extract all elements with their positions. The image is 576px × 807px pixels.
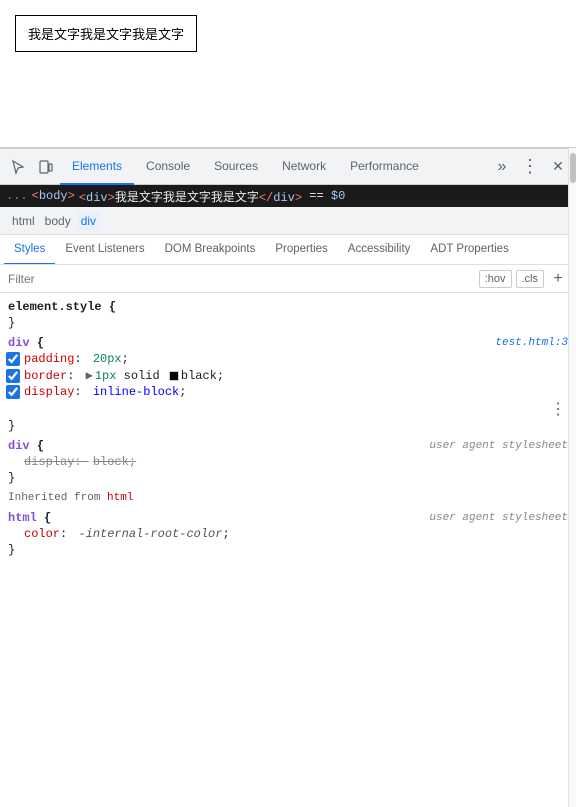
dom-ellipsis: ... bbox=[6, 189, 28, 203]
element-style-close: } bbox=[0, 315, 576, 331]
tab-properties[interactable]: Properties bbox=[265, 235, 337, 265]
border-expand-icon[interactable]: ▶ bbox=[86, 368, 93, 383]
hov-filter-button[interactable]: :hov bbox=[479, 270, 512, 288]
div-rule-selector: div { bbox=[8, 336, 44, 350]
border-property: border : ▶ 1px solid black ; bbox=[0, 367, 576, 384]
display-property: display : inline-block ; | bbox=[0, 384, 576, 400]
inherited-header: Inherited from html bbox=[0, 488, 576, 508]
filter-input[interactable] bbox=[8, 272, 479, 286]
breadcrumb-div[interactable]: div bbox=[77, 212, 100, 230]
display-checkbox[interactable] bbox=[6, 385, 20, 399]
tab-console[interactable]: Console bbox=[134, 149, 202, 185]
tab-network[interactable]: Network bbox=[270, 149, 338, 185]
padding-checkbox[interactable] bbox=[6, 352, 20, 366]
html-agent-rule: html { user agent stylesheet color : -in… bbox=[0, 508, 576, 560]
element-breadcrumb: html body div bbox=[0, 207, 576, 235]
element-style-selector: element.style { bbox=[8, 300, 116, 314]
devtools-panel: Elements Console Sources Network Perform… bbox=[0, 148, 576, 807]
color-swatch-black[interactable] bbox=[169, 371, 179, 381]
devtools-scrollbar[interactable] bbox=[568, 148, 576, 807]
html-agent-stylesheet-label: user agent stylesheet bbox=[429, 512, 568, 524]
agent-stylesheet-label: user agent stylesheet bbox=[429, 440, 568, 452]
breadcrumb-html[interactable]: html bbox=[8, 212, 39, 230]
more-tabs-button[interactable]: » bbox=[488, 153, 516, 181]
settings-icon[interactable]: ⋮ bbox=[516, 153, 544, 181]
div-agent-selector: div { bbox=[8, 439, 44, 453]
element-style-rule: element.style { } bbox=[0, 297, 576, 333]
dom-breadcrumb-bar: ... <body> <div>我是文字我是文字我是文字</div> == $0 bbox=[0, 185, 576, 207]
more-actions-button[interactable]: ⋮ bbox=[548, 400, 568, 418]
tab-dom-breakpoints[interactable]: DOM Breakpoints bbox=[155, 235, 266, 265]
tab-performance[interactable]: Performance bbox=[338, 149, 431, 185]
dom-body-tag: <body> bbox=[32, 189, 75, 203]
devtools-toolbar: Elements Console Sources Network Perform… bbox=[0, 149, 576, 185]
display-agent-property: display : block ; bbox=[0, 454, 576, 470]
rule-origin-link[interactable]: test.html:3 bbox=[495, 337, 568, 349]
dom-selected-element[interactable]: <div>我是文字我是文字我是文字</div> bbox=[79, 188, 302, 205]
filter-bar: :hov .cls + bbox=[0, 265, 576, 293]
inspect-icon[interactable] bbox=[4, 153, 32, 181]
tab-styles[interactable]: Styles bbox=[4, 235, 55, 265]
scrollbar-thumb[interactable] bbox=[570, 153, 576, 183]
demo-text: 我是文字我是文字我是文字 bbox=[28, 27, 184, 42]
tab-event-listeners[interactable]: Event Listeners bbox=[55, 235, 154, 265]
tab-adt-properties[interactable]: ADT Properties bbox=[420, 235, 518, 265]
inherited-from-tag: html bbox=[107, 492, 133, 504]
cls-filter-button[interactable]: .cls bbox=[516, 270, 545, 288]
dom-dollar-zero: $0 bbox=[331, 189, 345, 203]
add-style-rule-button[interactable]: + bbox=[548, 269, 568, 289]
tab-elements[interactable]: Elements bbox=[60, 149, 134, 185]
demo-element: 我是文字我是文字我是文字 bbox=[15, 15, 197, 52]
device-toggle-icon[interactable] bbox=[32, 153, 60, 181]
div-agent-rule: div { user agent stylesheet display : bl… bbox=[0, 436, 576, 488]
div-rule: div { test.html:3 padding : 20px ; borde… bbox=[0, 333, 576, 436]
border-checkbox[interactable] bbox=[6, 369, 20, 383]
tab-sources[interactable]: Sources bbox=[202, 149, 270, 185]
tab-accessibility[interactable]: Accessibility bbox=[338, 235, 421, 265]
padding-property: padding : 20px ; bbox=[0, 351, 576, 367]
html-agent-selector: html { bbox=[8, 511, 51, 525]
div-rule-close: } bbox=[0, 418, 576, 434]
styles-tabs-bar: Styles Event Listeners DOM Breakpoints P… bbox=[0, 235, 576, 265]
html-agent-close: } bbox=[0, 542, 576, 558]
browser-viewport: 我是文字我是文字我是文字 bbox=[0, 0, 576, 148]
breadcrumb-body[interactable]: body bbox=[41, 212, 75, 230]
div-agent-close: } bbox=[0, 470, 576, 486]
color-agent-property: color : -internal-root-color ; bbox=[0, 526, 576, 542]
cursor-blink: | bbox=[206, 385, 213, 399]
styles-content: element.style { } div { test.html:3 padd… bbox=[0, 293, 576, 807]
dom-eq-sign: == bbox=[302, 189, 331, 203]
